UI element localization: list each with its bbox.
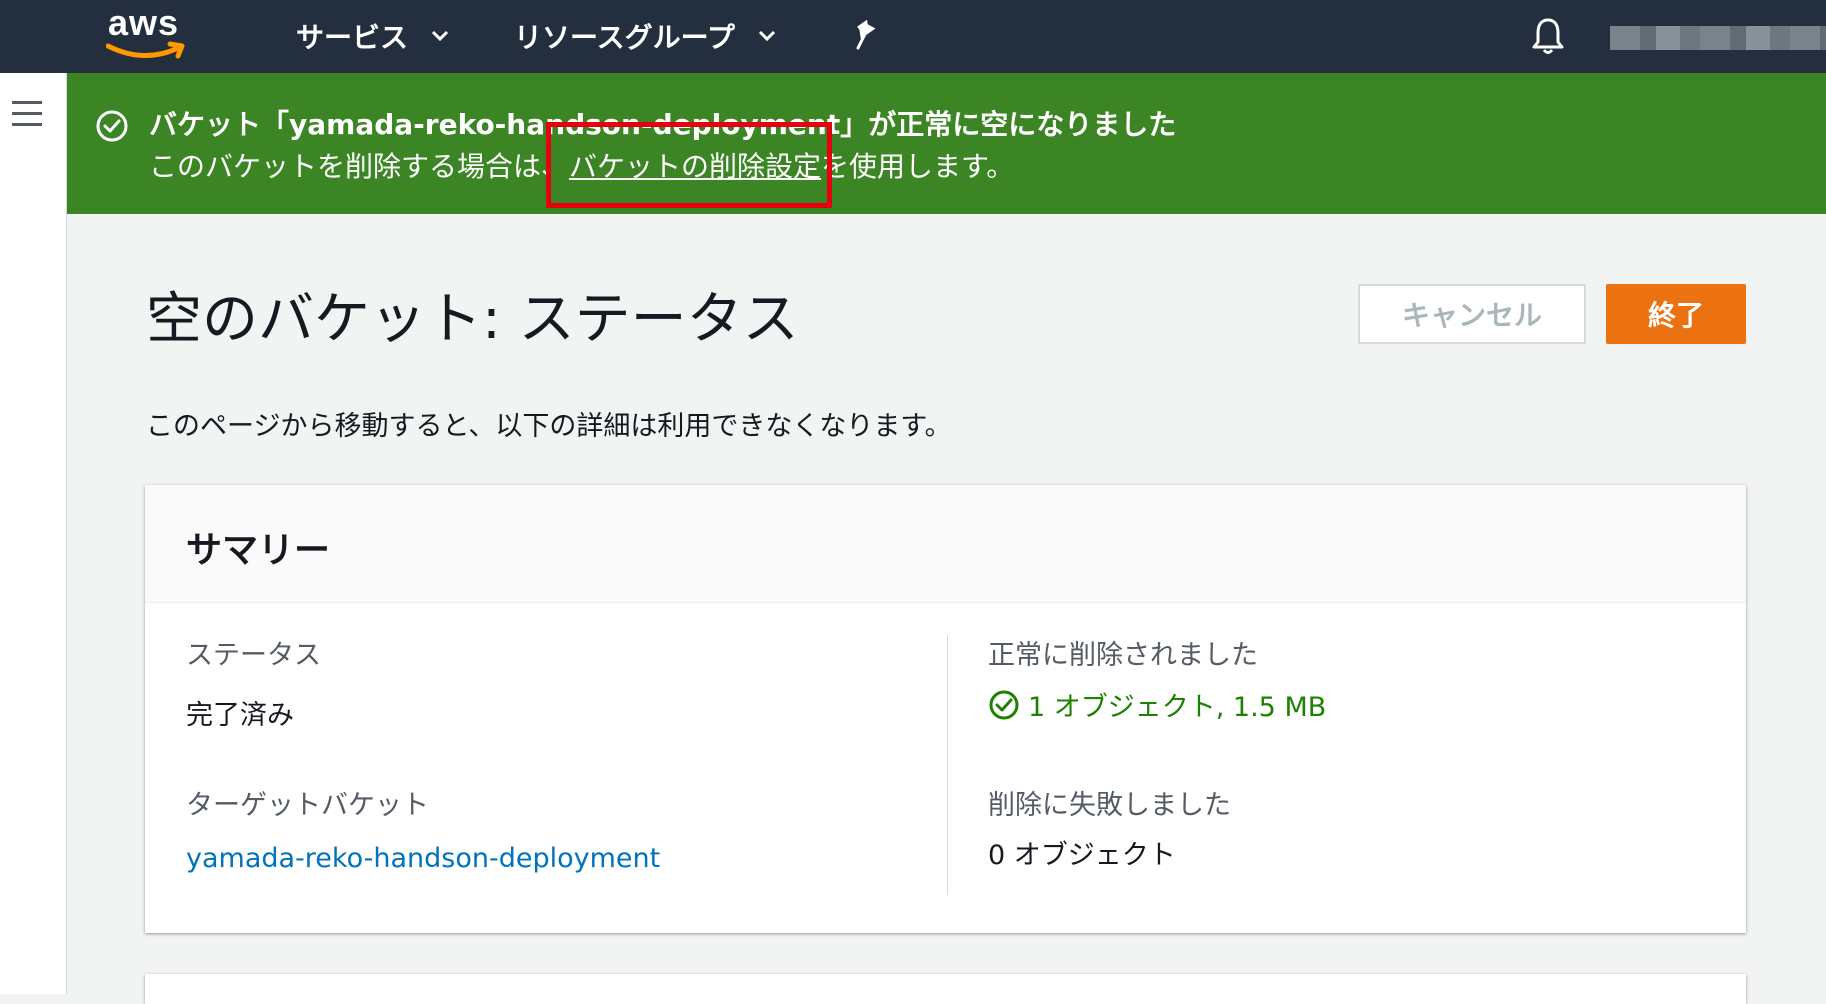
resource-groups-menu[interactable]: リソースグループ (514, 16, 777, 56)
target-bucket-link[interactable]: yamada-reko-handson-deployment (186, 843, 660, 874)
summary-title: サマリー (186, 530, 331, 571)
summary-card: サマリー ステータス 完了済み ターゲットバケット yamada-reko-ha… (145, 485, 1746, 933)
success-flash-banner: バケット「yamada-reko-handson-deployment」が正常に… (67, 73, 1826, 214)
chevron-down-icon (431, 30, 449, 42)
chevron-down-icon (758, 30, 775, 42)
flash-body-prefix: このバケットを削除する場合は、 (149, 150, 570, 183)
aws-logo[interactable]: aws (104, 2, 192, 62)
services-menu[interactable]: サービス (296, 16, 450, 56)
failed-label: 削除に失敗しました (988, 790, 1231, 821)
bell-icon[interactable] (1530, 16, 1566, 56)
page-title: 空のバケット: ステータス (146, 287, 799, 352)
aws-smile-icon (106, 41, 185, 59)
pin-icon[interactable] (852, 20, 882, 52)
check-circle-icon (989, 690, 1019, 719)
next-card-partial (145, 974, 1746, 1004)
cancel-button[interactable]: キャンセル (1358, 284, 1586, 344)
hamburger-menu-icon[interactable] (12, 101, 42, 127)
target-bucket-label: ターゲットバケット (186, 790, 429, 821)
services-label: サービス (296, 21, 409, 54)
flash-body-suffix: を使用します。 (821, 150, 1015, 183)
finish-button[interactable]: 終了 (1606, 284, 1746, 344)
succeeded-label: 正常に削除されました (988, 640, 1258, 671)
succeeded-value-text: 1 オブジェクト, 1.5 MB (1028, 692, 1327, 723)
summary-card-header: サマリー (145, 485, 1746, 603)
aws-logo-text: aws (108, 2, 180, 43)
left-sidebar (0, 73, 67, 994)
succeeded-value: 1 オブジェクト, 1.5 MB (988, 685, 1326, 724)
red-highlight-box (546, 122, 832, 208)
failed-value: 0 オブジェクト (988, 840, 1176, 871)
top-navigation: aws サービス リソースグループ (0, 0, 1826, 73)
column-divider (947, 635, 948, 895)
status-value: 完了済み (186, 700, 294, 731)
status-label: ステータス (186, 640, 321, 671)
page-description: このページから移動すると、以下の詳細は利用できなくなります。 (146, 411, 952, 442)
resource-groups-label: リソースグループ (514, 21, 735, 54)
check-circle-icon (96, 110, 128, 142)
account-menu-blurred[interactable] (1610, 26, 1826, 50)
